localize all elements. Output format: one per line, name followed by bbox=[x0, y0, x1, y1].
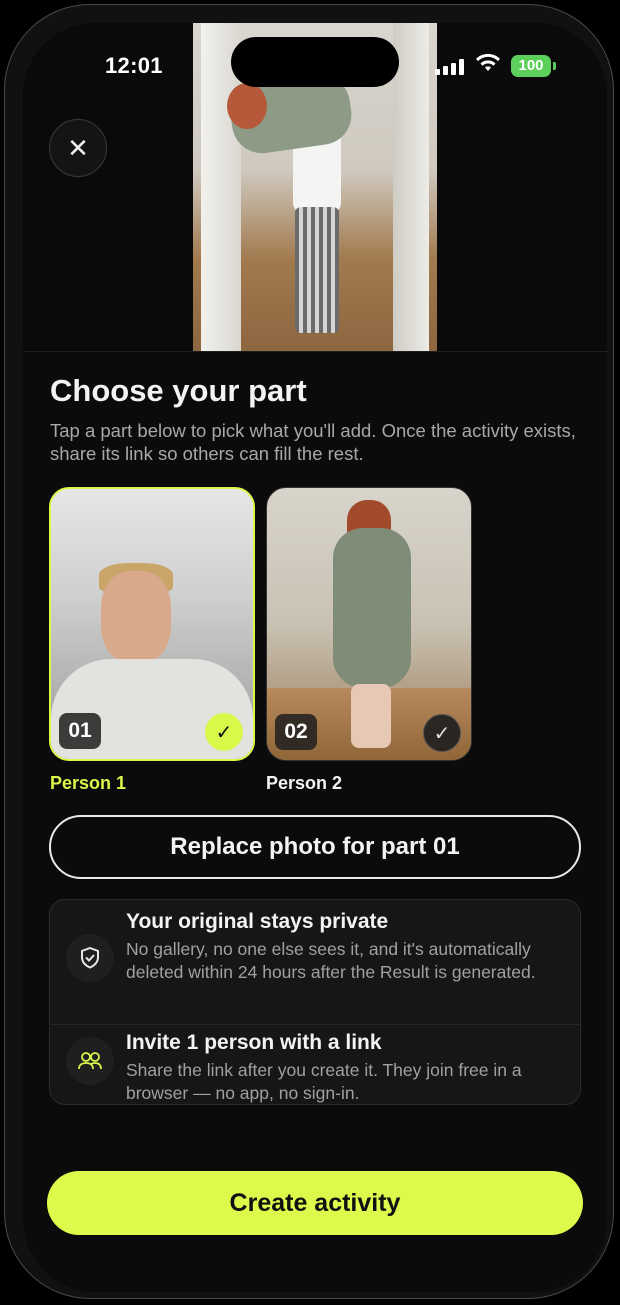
part-photo-body bbox=[333, 528, 411, 688]
hero-photo-hair bbox=[227, 83, 267, 129]
device-frame: 12:01 100 ✕ Choose your part Tap a part … bbox=[4, 4, 614, 1299]
info-title: Invite 1 person with a link bbox=[126, 1031, 382, 1054]
shield-icon bbox=[66, 934, 114, 982]
page-subtitle: Tap a part below to pick what you'll add… bbox=[50, 420, 576, 464]
screen: 12:01 100 ✕ Choose your part Tap a part … bbox=[23, 23, 607, 1292]
info-title: Your original stays private bbox=[126, 910, 389, 933]
people-icon bbox=[66, 1037, 114, 1085]
info-text: Share the link after you create it. They… bbox=[126, 1060, 522, 1103]
info-text: No gallery, no one else sees it, and it'… bbox=[126, 939, 536, 982]
close-icon: ✕ bbox=[67, 132, 89, 163]
part-card-02[interactable]: 02 ✓ bbox=[266, 487, 472, 761]
hero-photo-legs bbox=[295, 207, 339, 333]
part-card-01[interactable]: 01 ✓ bbox=[49, 487, 255, 761]
info-card: Your original stays private No gallery, … bbox=[49, 899, 581, 1105]
check-icon: ✓ bbox=[205, 713, 243, 751]
battery-icon: 100 bbox=[511, 55, 556, 77]
info-row-privacy: Your original stays private No gallery, … bbox=[50, 910, 580, 1020]
signal-icon bbox=[435, 59, 467, 75]
create-activity-button[interactable]: Create activity bbox=[47, 1171, 583, 1235]
close-button[interactable]: ✕ bbox=[49, 119, 107, 177]
part-photo-legs bbox=[351, 684, 391, 748]
part-label-01: Person 1 bbox=[50, 773, 127, 793]
part-photo-face bbox=[101, 571, 171, 663]
info-row-invite: Invite 1 person with a link Share the li… bbox=[50, 1024, 580, 1105]
check-icon: ✓ bbox=[423, 714, 461, 752]
wifi-icon bbox=[475, 53, 501, 79]
part-label-02: Person 2 bbox=[266, 773, 343, 793]
status-time: 12:01 bbox=[105, 53, 163, 78]
part-number-badge: 01 bbox=[59, 713, 101, 749]
replace-photo-button[interactable]: Replace photo for part 01 bbox=[49, 815, 581, 879]
hero-photo-door-right bbox=[393, 23, 429, 351]
dynamic-island bbox=[231, 37, 399, 87]
page-title: Choose your part bbox=[50, 373, 307, 408]
part-number-badge: 02 bbox=[275, 714, 317, 750]
